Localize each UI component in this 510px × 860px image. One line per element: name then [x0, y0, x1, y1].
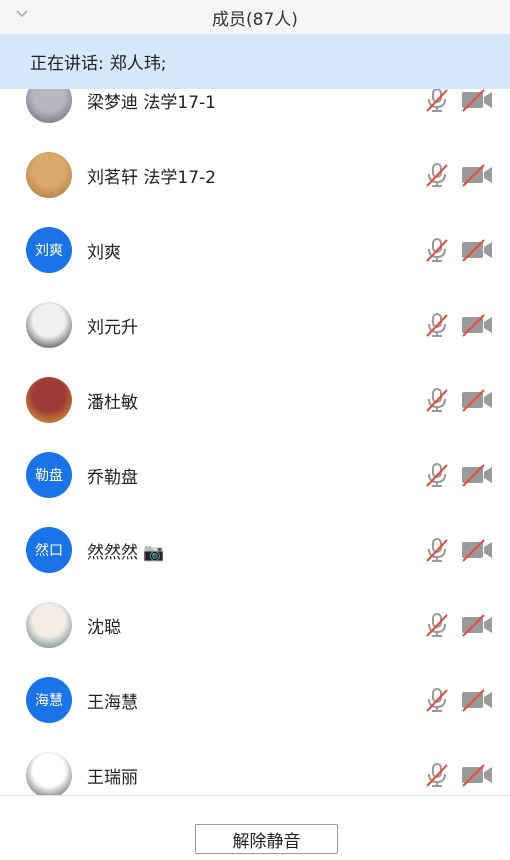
member-row[interactable]: 刘茗轩 法学17-2	[0, 138, 510, 213]
member-name: 刘茗轩 法学17-2	[87, 168, 216, 188]
mic-muted-icon[interactable]	[424, 311, 450, 339]
camera-off-icon[interactable]	[460, 762, 494, 788]
avatar: 勒盘	[26, 452, 72, 498]
mic-muted-icon[interactable]	[424, 89, 450, 114]
camera-off-icon[interactable]	[460, 687, 494, 713]
mic-muted-icon[interactable]	[424, 461, 450, 489]
members-header: 成员(87人)	[0, 0, 510, 34]
avatar: 刘爽	[26, 227, 72, 273]
member-name: 梁梦迪 法学17-1	[87, 93, 216, 113]
member-name: 乔勒盘	[87, 468, 138, 488]
camera-off-icon[interactable]	[460, 387, 494, 413]
speaking-name: 郑人玮;	[109, 54, 167, 74]
chevron-down-icon[interactable]	[12, 4, 32, 24]
members-title: 成员(87人)	[212, 9, 298, 30]
mic-muted-icon[interactable]	[424, 611, 450, 639]
mic-muted-icon[interactable]	[424, 686, 450, 714]
avatar	[26, 752, 72, 795]
avatar: 然口	[26, 527, 72, 573]
avatar	[26, 302, 72, 348]
member-row[interactable]: 梁梦迪 法学17-1	[0, 89, 510, 138]
member-row[interactable]: 潘杜敏	[0, 363, 510, 438]
avatar	[26, 602, 72, 648]
member-name: 沈聪	[87, 618, 121, 638]
mic-muted-icon[interactable]	[424, 236, 450, 264]
avatar	[26, 89, 72, 123]
avatar	[26, 152, 72, 198]
member-name: 王瑞丽	[87, 768, 138, 788]
camera-off-icon[interactable]	[460, 89, 494, 113]
member-name: 然然然 📷	[87, 543, 165, 563]
mic-muted-icon[interactable]	[424, 386, 450, 414]
member-name: 刘爽	[87, 243, 121, 263]
mic-muted-icon[interactable]	[424, 536, 450, 564]
member-row[interactable]: 沈聪	[0, 588, 510, 663]
camera-off-icon[interactable]	[460, 162, 494, 188]
avatar: 海慧	[26, 677, 72, 723]
member-row[interactable]: 海慧 王海慧	[0, 663, 510, 738]
camera-off-icon[interactable]	[460, 312, 494, 338]
member-row[interactable]: 王瑞丽	[0, 738, 510, 795]
camera-off-icon[interactable]	[460, 537, 494, 563]
footer-bar: 解除静音	[0, 795, 510, 860]
speaking-label: 正在讲话:	[30, 54, 104, 74]
mic-muted-icon[interactable]	[424, 761, 450, 789]
camera-off-icon[interactable]	[460, 612, 494, 638]
speaking-banner: 正在讲话: 郑人玮;	[0, 34, 510, 89]
member-row[interactable]: 刘爽 刘爽	[0, 213, 510, 288]
member-list: 梁梦迪 法学17-1 刘茗轩 法学17-2 刘爽 刘爽 刘元升 潘杜敏 勒盘 乔勒盘…	[0, 89, 510, 795]
camera-off-icon[interactable]	[460, 237, 494, 263]
member-row[interactable]: 刘元升	[0, 288, 510, 363]
camera-off-icon[interactable]	[460, 462, 494, 488]
mic-muted-icon[interactable]	[424, 161, 450, 189]
member-row[interactable]: 勒盘 乔勒盘	[0, 438, 510, 513]
member-name: 王海慧	[87, 693, 138, 713]
unmute-button[interactable]: 解除静音	[195, 824, 338, 854]
member-name: 潘杜敏	[87, 393, 138, 413]
avatar	[26, 377, 72, 423]
member-row[interactable]: 然口 然然然 📷	[0, 513, 510, 588]
member-name: 刘元升	[87, 318, 138, 338]
